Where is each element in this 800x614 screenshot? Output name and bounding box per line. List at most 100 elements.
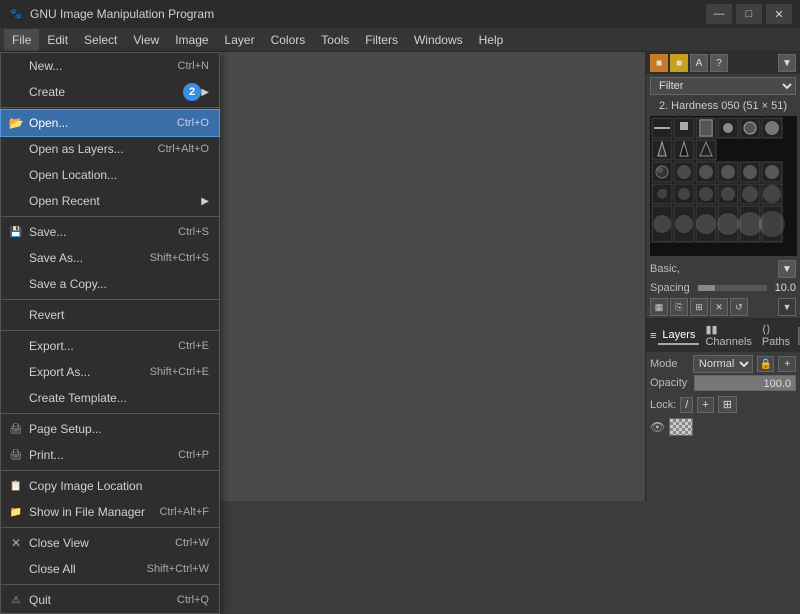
brush-toolbar: ▦ ⎘ ⊞ ✕ ↺ ▼ (646, 296, 800, 318)
divider (1, 299, 219, 300)
layer-visibility-icon[interactable]: 👁 (650, 420, 665, 434)
mode-select[interactable]: Normal (693, 355, 753, 373)
brushes-yellow-icon[interactable]: ■ (670, 54, 688, 72)
tab-channels[interactable]: ▮▮ Channels (701, 321, 755, 350)
brush-name: 2. Hardness 050 (51 × 51) (646, 98, 800, 114)
minimize-button[interactable]: — (706, 4, 732, 24)
menu-close-view[interactable]: ✕ Close View Ctrl+W (1, 530, 219, 556)
filter-row: Filter (646, 74, 800, 98)
save-icon: 💾 (7, 227, 25, 238)
layer-thumbnail (669, 418, 693, 436)
divider (1, 330, 219, 331)
brush-tool-refresh[interactable]: ↺ (730, 298, 748, 316)
menu-quit[interactable]: ⚠ Quit Ctrl+Q (1, 587, 219, 613)
lock-btn-grid[interactable]: ⊞ (718, 396, 737, 413)
brushes-collapse[interactable]: ▼ (778, 54, 796, 72)
menu-close-all[interactable]: Close All Shift+Ctrl+W (1, 556, 219, 582)
brushes-text-icon[interactable]: A (690, 54, 708, 72)
menu-new[interactable]: New... Ctrl+N (1, 53, 219, 79)
opacity-row: Opacity 100.0 (650, 375, 796, 391)
close-icon: ✕ (7, 536, 25, 550)
divider (1, 107, 219, 108)
divider (1, 413, 219, 414)
menu-page-setup[interactable]: 🖨 Page Setup... (1, 416, 219, 442)
menu-tools[interactable]: Tools (313, 29, 357, 51)
mode-extra[interactable]: + (778, 356, 796, 372)
divider (1, 584, 219, 585)
menu-copy-image-location[interactable]: 📋 Copy Image Location (1, 473, 219, 499)
spacing-bar[interactable] (698, 285, 767, 291)
lock-btn-slash[interactable]: / (680, 397, 693, 413)
menu-save-as[interactable]: Save As... Shift+Ctrl+S (1, 245, 219, 271)
menu-colors[interactable]: Colors (263, 29, 314, 51)
menu-open-recent[interactable]: Open Recent ▶ (1, 188, 219, 214)
mode-label: Mode (650, 358, 689, 370)
menu-image[interactable]: Image (167, 29, 216, 51)
label: Open Location... (29, 168, 117, 182)
menu-layer[interactable]: Layer (217, 29, 263, 51)
page-icon: 🖨 (7, 424, 25, 435)
brush-tool-paste[interactable]: ⊞ (690, 298, 708, 316)
menu-open-layers[interactable]: Open as Layers... Ctrl+Alt+O (1, 136, 219, 162)
menu-help[interactable]: Help (471, 29, 512, 51)
label: Save a Copy... (29, 277, 107, 291)
brush-tool-delete[interactable]: ✕ (710, 298, 728, 316)
menu-print[interactable]: 🖨 Print... Ctrl+P (1, 442, 219, 468)
brush-grid (650, 116, 797, 256)
label: Close All (29, 562, 76, 576)
menu-export[interactable]: Export... Ctrl+E (1, 333, 219, 359)
menu-create-template[interactable]: Create Template... (1, 385, 219, 411)
brush-panel-collapse[interactable]: ▼ (778, 298, 796, 316)
label: Save... (29, 225, 66, 239)
create-badge: 2 (183, 83, 201, 101)
lock-row: Lock: / + ⊞ (646, 394, 800, 415)
tab-layers[interactable]: Layers (658, 327, 699, 345)
app-icon: 🐾 (8, 6, 24, 22)
label: Show in File Manager (29, 505, 145, 519)
basic-dropdown[interactable]: ▼ (778, 260, 796, 278)
menu-create[interactable]: Create ▶ 2 (1, 79, 219, 105)
label: Open... (29, 116, 68, 130)
menu-revert[interactable]: Revert (1, 302, 219, 328)
tab-paths[interactable]: ⟨⟩ Paths (758, 321, 794, 350)
submenu-arrow: ▶ (201, 196, 209, 207)
label: Revert (29, 308, 64, 322)
print-icon: 🖨 (7, 450, 25, 461)
brush-tool-copy[interactable]: ⎘ (670, 298, 688, 316)
close-button[interactable]: ✕ (766, 4, 792, 24)
menu-select[interactable]: Select (76, 29, 125, 51)
label: Create (29, 85, 65, 99)
menu-filters[interactable]: Filters (357, 29, 406, 51)
opacity-bar[interactable]: 100.0 (694, 375, 796, 391)
spacing-value: 10.0 (775, 282, 796, 294)
menu-file[interactable]: File (4, 29, 39, 51)
menu-windows[interactable]: Windows (406, 29, 471, 51)
divider (1, 216, 219, 217)
menu-show-file-manager[interactable]: 📁 Show in File Manager Ctrl+Alt+F (1, 499, 219, 525)
label: Create Template... (29, 391, 127, 405)
label: Print... (29, 448, 64, 462)
brush-tool-grid[interactable]: ▦ (650, 298, 668, 316)
menu-view[interactable]: View (125, 29, 167, 51)
lock-btn-plus[interactable]: + (697, 397, 713, 413)
window-controls: — □ ✕ (706, 4, 792, 24)
quit-icon: ⚠ (7, 595, 25, 606)
label: Page Setup... (29, 422, 102, 436)
submenu-arrow: ▶ (201, 87, 209, 98)
menu-open-location[interactable]: Open Location... (1, 162, 219, 188)
menu-save-copy[interactable]: Save a Copy... (1, 271, 219, 297)
menu-export-as[interactable]: Export As... Shift+Ctrl+E (1, 359, 219, 385)
basic-row: Basic, ▼ (646, 258, 800, 280)
menu-edit[interactable]: Edit (39, 29, 76, 51)
opacity-value: 100.0 (763, 376, 791, 392)
layers-header: ≡ Layers ▮▮ Channels ⟨⟩ Paths ▼ (646, 319, 800, 352)
open-icon: 📂 (7, 116, 25, 130)
menu-open[interactable]: 📂 Open... Ctrl+O (1, 110, 219, 136)
brushes-info-icon[interactable]: ? (710, 54, 728, 72)
menu-save[interactable]: 💾 Save... Ctrl+S (1, 219, 219, 245)
file-menu: New... Ctrl+N Create ▶ 2 📂 Open... Ctrl+… (0, 52, 220, 614)
brushes-orange-icon[interactable]: ■ (650, 54, 668, 72)
maximize-button[interactable]: □ (736, 4, 762, 24)
mode-lock[interactable]: 🔒 (757, 356, 775, 372)
filter-dropdown[interactable]: Filter (650, 77, 796, 95)
